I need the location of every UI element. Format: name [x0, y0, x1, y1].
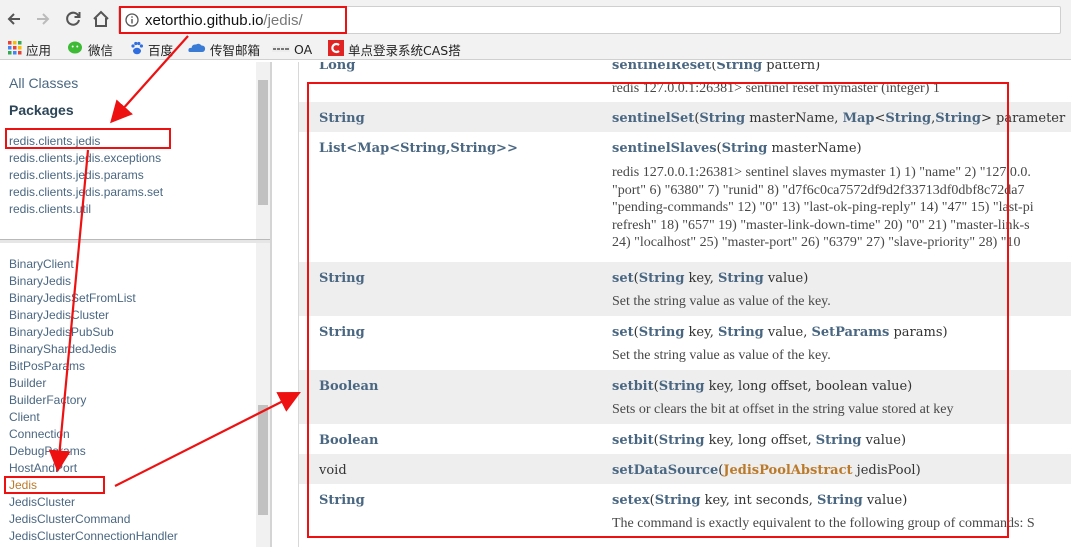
package-item[interactable]: redis.clients.jedis.exceptions [9, 151, 163, 168]
bookmarks-bar: 应用 微信 百度 传智邮箱 OA 单点登录系统CAS搭 [0, 38, 1071, 60]
wechat-icon [68, 41, 84, 58]
class-item[interactable]: DebugParams [9, 444, 178, 461]
packages-scrollbar[interactable] [256, 62, 270, 240]
cas-icon [328, 39, 344, 59]
bookmark-apps[interactable]: 应用 [8, 40, 51, 58]
packages-frame: All Classes Packages redis.clients.jedis… [0, 62, 270, 240]
bookmark-mail[interactable]: 传智邮箱 [188, 40, 260, 58]
bookmark-label: 传智邮箱 [210, 42, 261, 58]
return-type[interactable]: Long [319, 62, 355, 73]
method-params: (String pattern) [711, 62, 821, 73]
back-arrow-icon[interactable] [4, 8, 26, 30]
method-signature: sentinelReset(String pattern) [612, 62, 820, 73]
bookmark-oa[interactable]: OA [272, 40, 312, 58]
class-item[interactable]: BitPosParams [9, 359, 178, 376]
bookmark-baidu[interactable]: 百度 [130, 40, 173, 58]
class-item[interactable]: BinaryShardedJedis [9, 342, 178, 359]
all-classes-link[interactable]: All Classes [9, 75, 78, 91]
annotation-box-package [5, 128, 171, 149]
class-item[interactable]: BinaryJedisSetFromList [9, 291, 178, 308]
class-item[interactable]: JedisCluster [9, 495, 178, 512]
bookmark-wechat[interactable]: 微信 [68, 40, 113, 58]
class-item[interactable]: Client [9, 410, 178, 427]
package-item[interactable]: redis.clients.jedis.params [9, 168, 163, 185]
method-name[interactable]: sentinelReset [612, 62, 711, 73]
annotation-box-jedis [4, 476, 105, 494]
baidu-paw-icon [130, 41, 144, 58]
classes-scrollbar[interactable] [256, 243, 270, 547]
packages-heading: Packages [9, 102, 74, 118]
class-item[interactable]: Connection [9, 427, 178, 444]
class-item[interactable]: BinaryJedisPubSub [9, 325, 178, 342]
bookmark-cas[interactable]: 单点登录系统CAS搭 [328, 39, 461, 59]
bookmark-label: OA [294, 41, 313, 57]
bookmark-label: 应用 [26, 42, 52, 58]
scrollbar-thumb[interactable] [258, 80, 268, 205]
class-item[interactable]: JedisClusterConnectionHandler [9, 529, 178, 546]
apps-grid-icon [8, 40, 22, 58]
package-item[interactable]: redis.clients.util [9, 202, 163, 219]
class-item[interactable]: BinaryJedisCluster [9, 308, 178, 325]
scrollbar-thumb[interactable] [258, 405, 268, 515]
bookmark-label: 百度 [148, 42, 174, 58]
mail-cloud-icon [188, 42, 206, 57]
class-item[interactable]: BuilderFactory [9, 393, 178, 410]
reload-icon[interactable] [62, 8, 84, 30]
class-item[interactable]: BinaryClient [9, 257, 178, 274]
package-item[interactable]: redis.clients.jedis.params.set [9, 185, 163, 202]
class-item[interactable]: BinaryJedis [9, 274, 178, 291]
annotation-box-methods [307, 82, 1009, 538]
class-list: BinaryClient BinaryJedis BinaryJedisSetF… [9, 257, 178, 546]
forward-arrow-icon[interactable] [32, 8, 54, 30]
oa-icon [272, 42, 290, 57]
classes-frame: BinaryClient BinaryJedis BinaryJedisSetF… [0, 243, 270, 547]
bookmark-label: 微信 [88, 42, 114, 58]
class-item[interactable]: JedisClusterCommand [9, 512, 178, 529]
home-icon[interactable] [90, 8, 112, 30]
bookmark-label: 单点登录系统CAS搭 [348, 42, 461, 58]
class-item[interactable]: Builder [9, 376, 178, 393]
annotation-box-url [119, 6, 347, 34]
